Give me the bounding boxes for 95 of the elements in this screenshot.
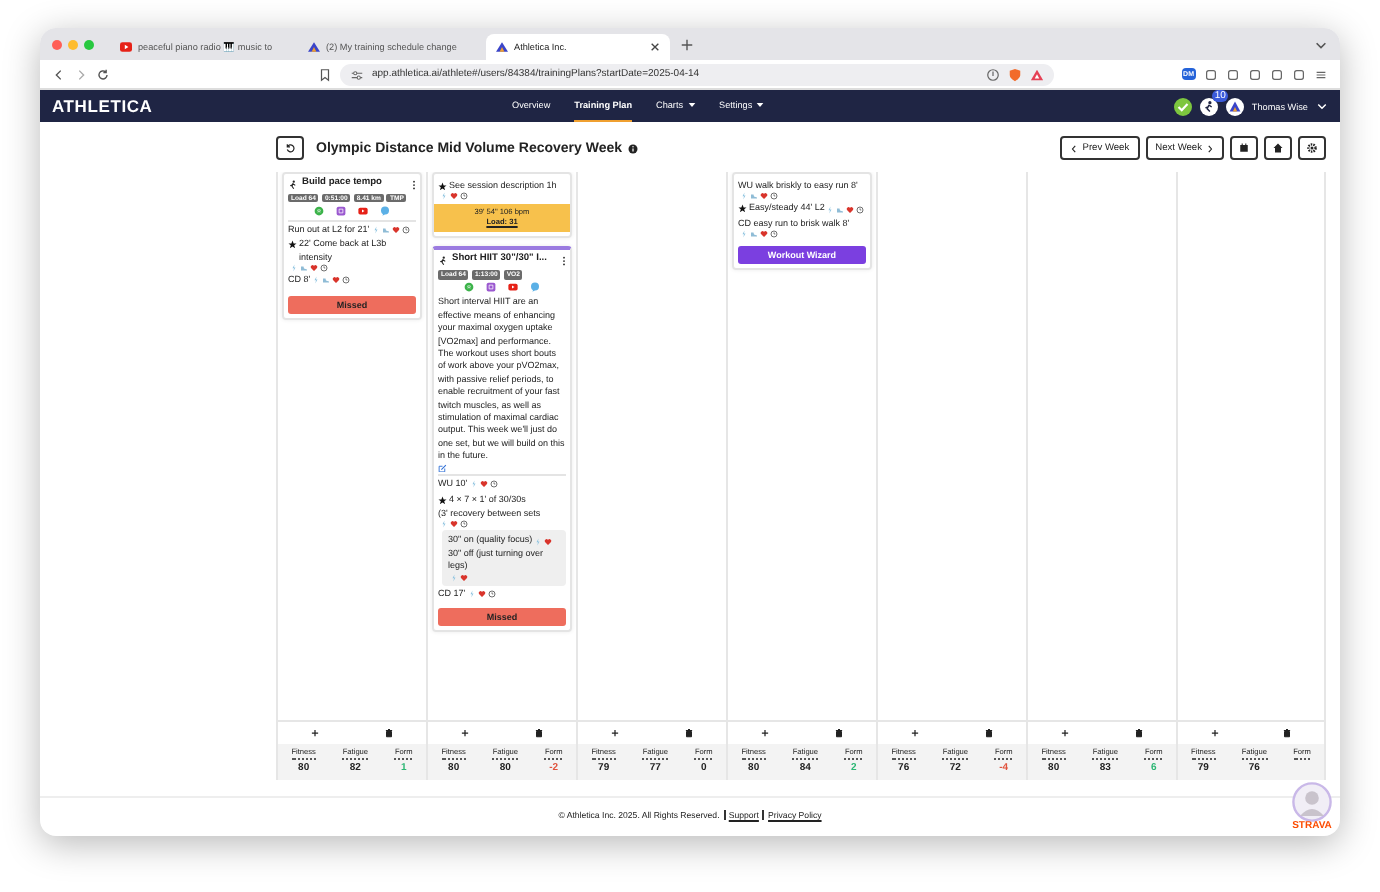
calendar-icon: [1238, 142, 1250, 154]
triangle-icon[interactable]: [1029, 67, 1044, 81]
lightning-icon: [440, 192, 448, 201]
lightning-icon: [312, 276, 321, 285]
clock-icon: [770, 230, 778, 239]
workout-card[interactable]: [432, 246, 572, 632]
logo[interactable]: ATHLETICA: [52, 96, 512, 116]
runner-icon: [288, 179, 298, 190]
reload-icon[interactable]: [96, 67, 110, 81]
new-tab-icon[interactable]: [680, 37, 694, 51]
settings-icon: [1306, 142, 1318, 154]
heart-icon: [544, 537, 553, 546]
video-play-icon[interactable]: [358, 205, 368, 216]
chevron-right-icon: [1206, 143, 1214, 153]
add-icon[interactable]: [1209, 728, 1220, 738]
triangle-logo-icon: [308, 42, 320, 52]
clock-icon: [460, 520, 468, 529]
star-icon: [438, 182, 447, 191]
runner-icon: [438, 256, 448, 267]
menu-icon[interactable]: [1314, 67, 1328, 81]
home-icon: [1272, 142, 1284, 154]
circle-logo-icon[interactable]: [314, 205, 324, 216]
home-button[interactable]: [1264, 136, 1292, 160]
edit-icon[interactable]: [438, 463, 447, 473]
shoe-icon: [750, 230, 758, 239]
trash-icon[interactable]: [984, 728, 994, 738]
lightning-icon: [740, 192, 748, 201]
star-icon: [288, 240, 297, 250]
shoe-icon: [300, 264, 308, 273]
heart-icon: [450, 520, 458, 529]
trash-icon[interactable]: [834, 728, 844, 738]
shoe-icon: [381, 226, 390, 235]
lightning-icon: [440, 520, 448, 529]
clock-icon: [770, 192, 778, 201]
trash-icon[interactable]: [384, 728, 394, 738]
runner-icon[interactable]: [1199, 97, 1218, 115]
add-icon[interactable]: [310, 728, 320, 738]
clock-icon: [487, 589, 496, 598]
trash-icon[interactable]: [1134, 728, 1144, 738]
trash-icon[interactable]: [684, 728, 694, 738]
shoe-icon: [750, 192, 758, 201]
add-icon[interactable]: [610, 728, 620, 738]
lightning-icon: [290, 264, 298, 273]
info-icon[interactable]: [628, 143, 639, 153]
shoe-icon: [322, 276, 331, 285]
check-icon[interactable]: [1173, 97, 1192, 115]
star-icon: [438, 495, 447, 504]
heart-icon: [450, 192, 458, 201]
lightning-icon: [826, 205, 835, 214]
clock-icon: [320, 264, 328, 273]
video-play-icon: [120, 42, 132, 52]
heart-icon: [479, 480, 488, 489]
clock-icon: [856, 205, 865, 214]
caret-icon: [687, 102, 696, 108]
settings-button[interactable]: [1298, 136, 1326, 160]
lightning-icon: [469, 480, 478, 489]
clock-icon: [342, 276, 351, 285]
square-logo-icon[interactable]: [336, 205, 346, 216]
add-icon[interactable]: [760, 728, 770, 738]
site-settings-icon: [350, 67, 364, 81]
heart-icon: [846, 205, 855, 214]
chevron-down-icon[interactable]: [1316, 100, 1328, 112]
add-icon[interactable]: [910, 728, 920, 738]
video-play-icon[interactable]: [508, 282, 518, 293]
clock-icon: [460, 192, 468, 201]
lightning-icon: [740, 230, 748, 239]
heart-icon: [760, 230, 768, 239]
close-icon[interactable]: [650, 42, 660, 52]
calendar-button[interactable]: [1230, 136, 1258, 160]
square-logo-icon[interactable]: [486, 282, 496, 293]
chevron-left-icon: [1070, 143, 1079, 153]
heart-icon: [310, 264, 318, 273]
lightning-icon: [534, 537, 543, 546]
heart-icon: [332, 276, 341, 285]
avatar-icon[interactable]: [1225, 97, 1244, 115]
trash-icon[interactable]: [534, 728, 544, 738]
undo-icon: [284, 142, 296, 154]
clock-icon: [489, 480, 498, 489]
clock-icon: [401, 226, 410, 235]
shoe-icon: [836, 205, 845, 214]
trash-icon[interactable]: [1282, 728, 1293, 738]
add-icon[interactable]: [1060, 728, 1070, 738]
circle-logo-icon[interactable]: [464, 282, 474, 293]
add-icon[interactable]: [460, 728, 470, 738]
heart-icon: [760, 192, 768, 201]
bookmark-icon[interactable]: [318, 67, 332, 81]
share-icon[interactable]: [985, 67, 1000, 81]
undo-button[interactable]: [276, 136, 304, 160]
shield-icon[interactable]: [1007, 67, 1022, 81]
lightning-icon: [371, 226, 380, 235]
heart-icon: [391, 226, 400, 235]
triangle-logo-icon: [496, 42, 508, 52]
caret-icon: [756, 102, 765, 108]
back-icon[interactable]: [52, 67, 66, 81]
star-icon: [738, 204, 747, 214]
